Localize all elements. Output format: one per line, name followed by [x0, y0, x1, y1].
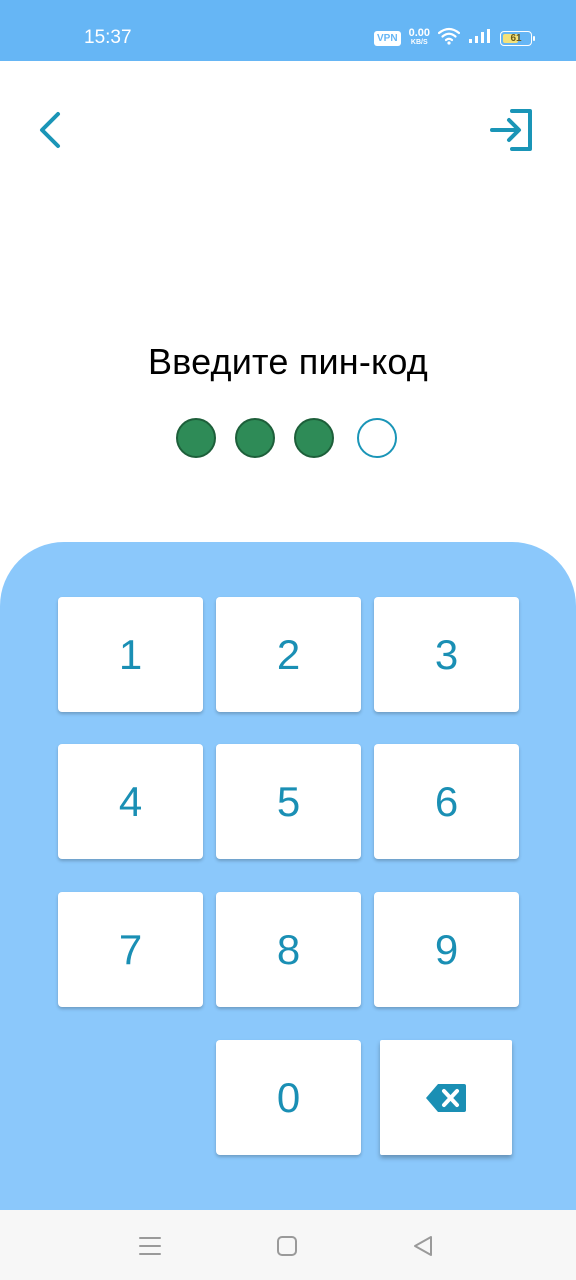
- backspace-icon: [426, 1083, 466, 1112]
- key-9[interactable]: 9: [374, 892, 519, 1007]
- wifi-icon: [437, 27, 461, 50]
- keypad-panel: 1 2 3 4 5 6 7 8 9 0: [0, 542, 576, 1210]
- key-3[interactable]: 3: [374, 597, 519, 712]
- nav-back-button[interactable]: [410, 1232, 438, 1260]
- status-time: 15:37: [84, 27, 132, 48]
- key-7[interactable]: 7: [58, 892, 203, 1007]
- battery-level: 61: [510, 32, 522, 44]
- menu-icon: [139, 1237, 161, 1255]
- key-5[interactable]: 5: [216, 744, 361, 859]
- key-2[interactable]: 2: [216, 597, 361, 712]
- status-icons: VPN 0.00 KB/S 61: [374, 26, 535, 50]
- net-speed-value: 0.00: [408, 27, 430, 39]
- back-triangle-icon: [414, 1236, 432, 1256]
- login-button[interactable]: [488, 106, 538, 154]
- key-1[interactable]: 1: [58, 597, 203, 712]
- key-8[interactable]: 8: [216, 892, 361, 1007]
- chevron-left-icon: [40, 112, 60, 148]
- nav-home-button[interactable]: [273, 1232, 301, 1260]
- pin-dot-4: [357, 418, 397, 458]
- login-icon: [490, 109, 532, 151]
- delete-button[interactable]: [380, 1040, 512, 1155]
- status-bar: 15:37 VPN 0.00 KB/S 61: [0, 0, 576, 61]
- key-6[interactable]: 6: [374, 744, 519, 859]
- signal-icon: [468, 28, 492, 49]
- pin-dot-3: [294, 418, 334, 458]
- pin-title: Введите пин-код: [147, 341, 429, 382]
- net-speed: 0.00 KB/S: [408, 27, 430, 47]
- system-nav-bar: [0, 1210, 576, 1280]
- vpn-badge: VPN: [374, 30, 401, 46]
- key-0[interactable]: 0: [216, 1040, 361, 1155]
- nav-menu-button[interactable]: [136, 1232, 164, 1260]
- back-button[interactable]: [30, 108, 74, 152]
- pin-dot-2: [235, 418, 275, 458]
- net-speed-unit: KB/S: [410, 39, 428, 46]
- battery-icon: 61: [500, 30, 535, 46]
- home-icon: [277, 1236, 297, 1256]
- key-4[interactable]: 4: [58, 744, 203, 859]
- pin-dot-1: [176, 418, 216, 458]
